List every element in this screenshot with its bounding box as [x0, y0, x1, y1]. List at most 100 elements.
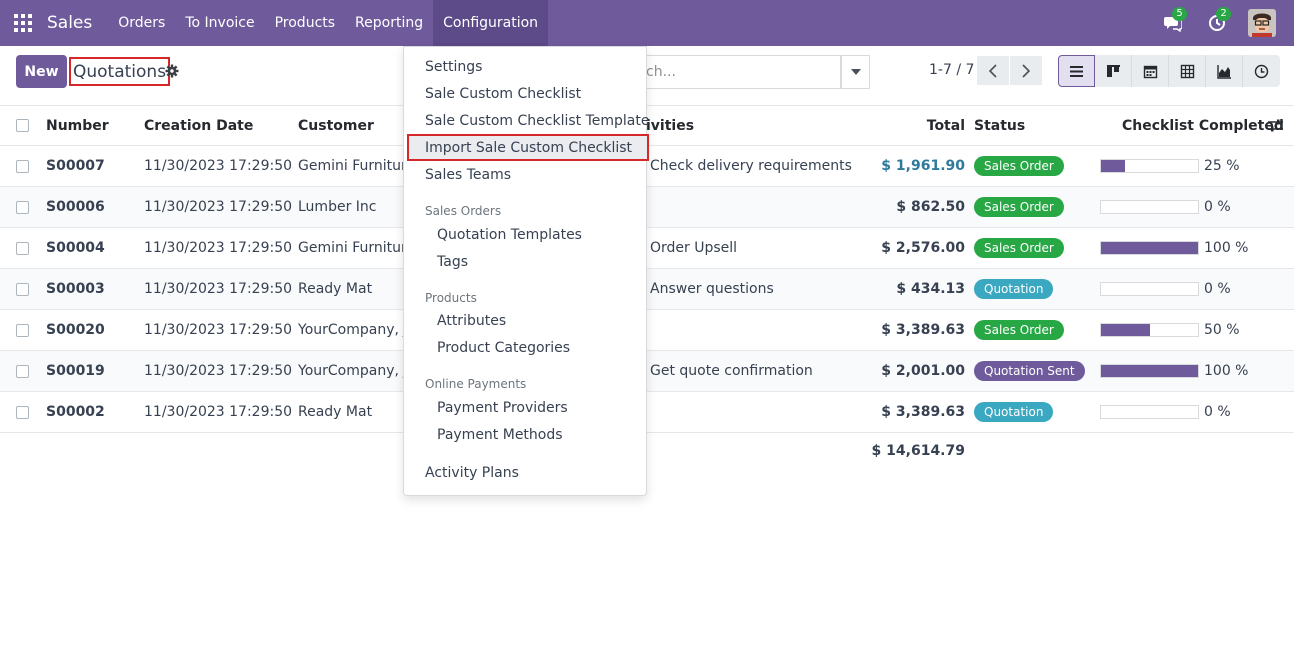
- graph-view-button[interactable]: [1206, 55, 1243, 87]
- table-row[interactable]: S00003 11/30/2023 17:29:50 Ready Mat Answer…: [0, 269, 1294, 310]
- table-row[interactable]: S00004 11/30/2023 17:29:50 Gemini Furnitur…: [0, 228, 1294, 269]
- checklist-progress-cell: [1100, 392, 1199, 432]
- activity-summary[interactable]: Answer questions: [650, 269, 774, 309]
- progress-fill: [1101, 242, 1198, 254]
- status-cell: Sales Order: [974, 187, 1064, 227]
- checklist-progress-bar: [1100, 241, 1199, 255]
- menu-item-tags[interactable]: Tags: [437, 254, 468, 270]
- menu-item-sale-custom-checklist[interactable]: Sale Custom Checklist: [425, 86, 581, 102]
- creation-date: 11/30/2023 17:29:50: [144, 240, 293, 256]
- menu-item-payment-methods[interactable]: Payment Methods: [437, 427, 563, 443]
- search-placeholder: ch...: [646, 64, 676, 80]
- sliders-icon: [1268, 119, 1283, 132]
- menu-item-settings[interactable]: Settings: [425, 59, 482, 75]
- list-view-button[interactable]: [1058, 55, 1095, 87]
- status-badge: Sales Order: [974, 238, 1064, 258]
- search-input[interactable]: ch...: [646, 55, 841, 89]
- row-checkbox[interactable]: [16, 187, 29, 227]
- checklist-progress-bar: [1100, 200, 1199, 214]
- table-row[interactable]: S00006 11/30/2023 17:29:50 Lumber Inc $ 862…: [0, 187, 1294, 228]
- optional-columns-toggle[interactable]: [1268, 106, 1283, 145]
- status-badge: Sales Order: [974, 320, 1064, 340]
- menu-section-online-payments: Online Payments: [425, 377, 527, 391]
- checklist-percentage: 0 %: [1204, 281, 1231, 297]
- column-total[interactable]: Total: [927, 106, 965, 145]
- pager-next-button[interactable]: [1010, 56, 1042, 85]
- pager-previous-button[interactable]: [977, 56, 1009, 85]
- creation-date: 11/30/2023 17:29:50: [144, 281, 293, 297]
- menu-section-sales-orders: Sales Orders: [425, 204, 502, 218]
- table-row[interactable]: S00020 11/30/2023 17:29:50 YourCompany, Jo…: [0, 310, 1294, 351]
- select-all-checkbox[interactable]: [16, 106, 29, 145]
- row-checkbox[interactable]: [16, 146, 29, 186]
- order-total: $ 3,389.63: [881, 404, 965, 420]
- menu-item-attributes[interactable]: Attributes: [437, 313, 506, 329]
- menu-item-sales-teams[interactable]: Sales Teams: [425, 167, 511, 183]
- row-checkbox[interactable]: [16, 269, 29, 309]
- menu-item-sale-custom-checklist-template[interactable]: Sale Custom Checklist Template: [425, 113, 649, 129]
- pivot-view-button[interactable]: [1169, 55, 1206, 87]
- row-checkbox[interactable]: [16, 310, 29, 350]
- pager-value[interactable]: 1-7 / 7: [929, 62, 974, 78]
- checklist-progress-cell: [1100, 269, 1199, 309]
- messages-badge: 5: [1172, 7, 1187, 21]
- customer-name: Ready Mat: [298, 281, 373, 297]
- order-total: $ 862.50: [896, 199, 965, 215]
- menu-configuration[interactable]: Configuration: [433, 0, 549, 46]
- activity-view-button[interactable]: [1243, 55, 1280, 87]
- pivot-view-icon: [1180, 64, 1194, 78]
- order-total: $ 434.13: [896, 281, 965, 297]
- column-number[interactable]: Number: [46, 106, 109, 145]
- menu-to-invoice[interactable]: To Invoice: [175, 0, 264, 46]
- checklist-percentage: 25 %: [1204, 158, 1240, 174]
- table-row[interactable]: S00019 11/30/2023 17:29:50 YourCompany, Jo…: [0, 351, 1294, 392]
- menu-products[interactable]: Products: [265, 0, 345, 46]
- activity-summary[interactable]: Order Upsell: [650, 228, 737, 268]
- calendar-view-button[interactable]: [1132, 55, 1169, 87]
- column-customer[interactable]: Customer: [298, 106, 374, 145]
- checklist-percentage: 0 %: [1204, 199, 1231, 215]
- app-menu-icon[interactable]: [0, 0, 46, 46]
- checklist-progress-bar: [1100, 405, 1199, 419]
- configuration-dropdown: Settings Sale Custom Checklist Sale Cust…: [403, 46, 649, 496]
- menu-item-payment-providers[interactable]: Payment Providers: [437, 400, 568, 416]
- caret-down-icon: [850, 69, 861, 75]
- table-row[interactable]: S00002 11/30/2023 17:29:50 Ready Mat $ 3,38…: [0, 392, 1294, 433]
- checkbox-box: [16, 200, 29, 214]
- kanban-view-button[interactable]: [1095, 55, 1132, 87]
- status-cell: Sales Order: [974, 146, 1064, 186]
- top-navbar: Sales Orders To Invoice Products Reporti…: [0, 0, 1294, 46]
- app-name[interactable]: Sales: [47, 13, 92, 33]
- activity-summary[interactable]: Get quote confirmation: [650, 351, 813, 391]
- grand-total: $ 14,614.79: [871, 443, 965, 459]
- row-checkbox[interactable]: [16, 392, 29, 432]
- main-menu: Orders To Invoice Products Reporting Con…: [108, 0, 549, 46]
- activities-clock-icon[interactable]: 2: [1204, 7, 1231, 36]
- menu-reporting[interactable]: Reporting: [345, 0, 433, 46]
- menu-orders[interactable]: Orders: [108, 0, 175, 46]
- row-checkbox[interactable]: [16, 351, 29, 391]
- user-avatar[interactable]: [1248, 9, 1276, 37]
- column-creation-date[interactable]: Creation Date: [144, 106, 253, 145]
- new-button[interactable]: New: [16, 55, 67, 88]
- status-badge: Quotation Sent: [974, 361, 1085, 381]
- customer-name: Gemini Furniture: [298, 158, 416, 174]
- menu-item-activity-plans[interactable]: Activity Plans: [425, 465, 519, 481]
- column-status[interactable]: Status: [974, 106, 1025, 145]
- menu-item-product-categories[interactable]: Product Categories: [437, 340, 570, 356]
- column-checklist-completed[interactable]: Checklist Completed: [1122, 106, 1284, 145]
- checklist-percentage: 100 %: [1204, 240, 1249, 256]
- status-cell: Quotation Sent: [974, 351, 1085, 391]
- row-checkbox[interactable]: [16, 228, 29, 268]
- column-activities[interactable]: ivities: [646, 106, 694, 145]
- progress-fill: [1101, 324, 1150, 336]
- messages-icon[interactable]: 5: [1160, 7, 1187, 36]
- view-switcher: [1058, 55, 1280, 87]
- graph-view-icon: [1216, 64, 1231, 79]
- menu-item-import-sale-custom-checklist[interactable]: Import Sale Custom Checklist: [425, 140, 632, 156]
- creation-date: 11/30/2023 17:29:50: [144, 404, 293, 420]
- search-options-toggle[interactable]: [841, 55, 870, 89]
- activity-summary[interactable]: Check delivery requirements: [650, 146, 852, 186]
- gear-icon[interactable]: [165, 64, 179, 78]
- menu-item-quotation-templates[interactable]: Quotation Templates: [437, 227, 582, 243]
